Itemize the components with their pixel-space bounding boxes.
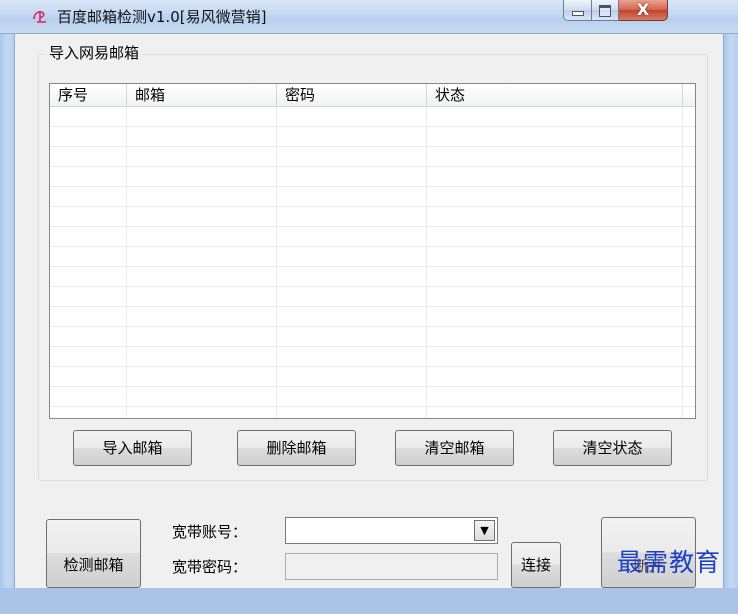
window-title: 百度邮箱检测v1.0[易风微营销] [57, 8, 267, 26]
app-logo-icon [33, 11, 46, 23]
list-header: 序号 邮箱 密码 状态 [50, 84, 695, 107]
minimize-icon [572, 11, 584, 16]
watermark-text: 最需教育 [617, 548, 722, 577]
clear-email-button[interactable]: 清空邮箱 [395, 430, 514, 466]
clear-status-button[interactable]: 清空状态 [553, 430, 672, 466]
close-button[interactable]: X [619, 0, 668, 21]
detect-email-button[interactable]: 检测邮箱 [46, 519, 141, 588]
dropdown-arrow-icon[interactable]: ▼ [474, 520, 495, 541]
column-divider [276, 107, 277, 418]
column-header-email[interactable]: 邮箱 [127, 84, 277, 106]
column-divider [126, 107, 127, 418]
maximize-button[interactable] [592, 0, 619, 21]
main-window: 百度邮箱检测v1.0[易风微营销] X 导入网易邮箱 序号 邮箱 密码 状态 导… [0, 0, 738, 588]
caption-buttons: X [563, 0, 668, 22]
list-body[interactable] [50, 107, 695, 418]
broadband-account-dropdown[interactable]: ▼ [285, 517, 498, 544]
column-header-status[interactable]: 状态 [427, 84, 683, 106]
broadband-account-label: 宽带账号： [172, 523, 248, 541]
connect-button[interactable]: 连接 [511, 542, 561, 588]
column-header-index[interactable]: 序号 [50, 84, 127, 106]
column-header-password[interactable]: 密码 [277, 84, 427, 106]
import-email-button[interactable]: 导入邮箱 [73, 430, 192, 466]
maximize-icon [599, 5, 611, 17]
groupbox-label: 导入网易邮箱 [46, 42, 143, 63]
window-frame-right [723, 0, 738, 588]
column-divider [426, 107, 427, 418]
delete-email-button[interactable]: 删除邮箱 [237, 430, 356, 466]
close-icon: X [636, 0, 650, 19]
title-bar[interactable]: 百度邮箱检测v1.0[易风微营销] X [0, 0, 738, 34]
column-header-filler [683, 84, 695, 106]
minimize-button[interactable] [563, 0, 592, 21]
broadband-password-label: 宽带密码： [172, 558, 248, 576]
window-frame-left [0, 0, 15, 588]
column-divider [682, 107, 683, 418]
broadband-password-input[interactable] [285, 553, 498, 580]
email-list-view[interactable]: 序号 邮箱 密码 状态 [49, 83, 696, 419]
